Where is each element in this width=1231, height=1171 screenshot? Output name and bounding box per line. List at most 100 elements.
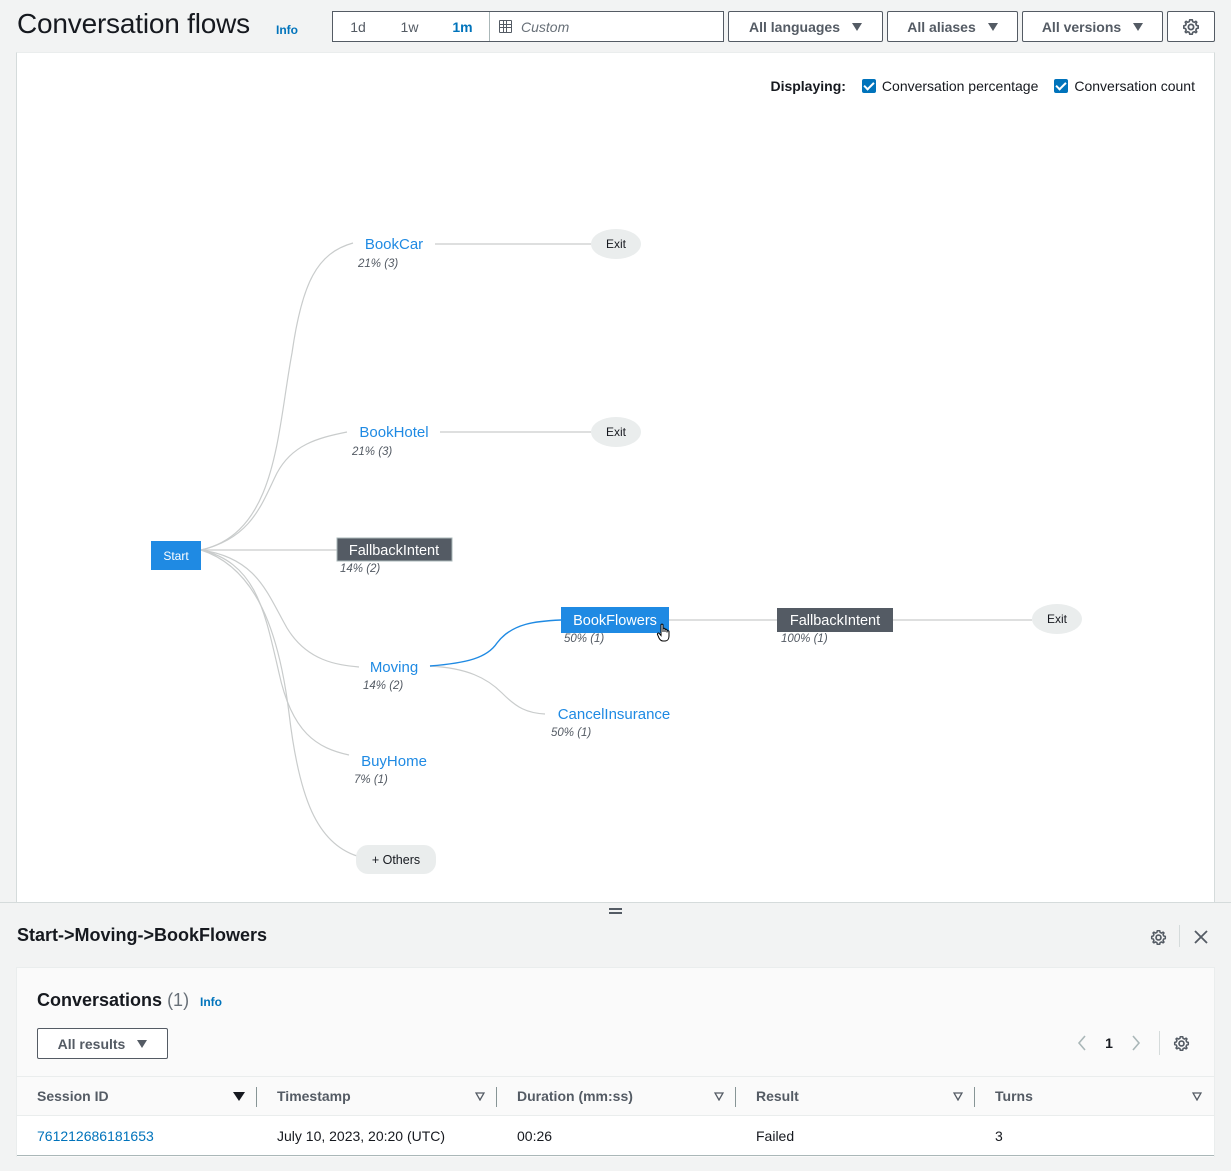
column-label: Session ID: [37, 1088, 109, 1104]
node-buyhome[interactable]: BuyHome 7% (1): [354, 753, 427, 786]
node-start[interactable]: Start: [151, 541, 201, 570]
conversations-title: Conversations: [37, 990, 163, 1010]
edge-start-bookcar: [200, 242, 354, 551]
node-start-label: Start: [163, 549, 189, 563]
versions-dropdown[interactable]: All versions: [1022, 11, 1163, 42]
node-cancelinsurance-label: CancelInsurance: [558, 706, 671, 723]
timestamp-cell: July 10, 2023, 20:20 (UTC): [257, 1115, 497, 1156]
aliases-dropdown-label: All aliases: [907, 18, 976, 35]
conversations-info-link[interactable]: Info: [200, 995, 222, 1009]
node-exit-label: Exit: [606, 425, 627, 439]
node-fallback-intent-2[interactable]: FallbackIntent 100% (1): [777, 608, 893, 645]
calendar-icon: [499, 20, 512, 33]
pagination: 1: [1069, 1030, 1194, 1056]
node-exit-label: Exit: [1047, 612, 1068, 626]
duration-cell: 00:26: [497, 1115, 736, 1156]
node-bookhotel-stat: 21% (3): [351, 446, 392, 458]
column-header-turns[interactable]: Turns: [975, 1076, 1214, 1116]
node-bookcar[interactable]: BookCar 21% (3): [357, 236, 423, 270]
caret-down-icon: [852, 22, 863, 31]
column-label: Timestamp: [277, 1088, 351, 1104]
results-filter-dropdown[interactable]: All results: [37, 1028, 168, 1059]
edge-start-moving: [200, 549, 360, 668]
node-others[interactable]: + Others: [356, 845, 436, 874]
custom-range-input[interactable]: Custom: [489, 12, 723, 41]
node-fallback2-stat: 100% (1): [781, 633, 828, 645]
sort-descending-icon: [233, 1091, 245, 1101]
preferences-button[interactable]: [1167, 11, 1215, 42]
divider: [1159, 1031, 1160, 1055]
gear-icon: [1150, 929, 1166, 945]
close-icon: [1194, 930, 1208, 944]
range-1d[interactable]: 1d: [333, 12, 383, 41]
split-panel-settings-button[interactable]: [1146, 925, 1170, 949]
turns-cell: 3: [975, 1115, 1214, 1156]
edge-start-bookhotel: [200, 431, 348, 551]
results-filter-label: All results: [57, 1035, 126, 1052]
node-exit-label: Exit: [606, 237, 627, 251]
node-bookhotel-exit[interactable]: Exit: [591, 417, 641, 447]
node-moving-label: Moving: [370, 659, 418, 676]
node-fallback2-label: FallbackIntent: [790, 613, 880, 629]
sort-icon: [714, 1091, 724, 1101]
column-label: Turns: [995, 1088, 1033, 1104]
column-header-duration[interactable]: Duration (mm:ss): [497, 1076, 736, 1116]
node-fallback2-exit[interactable]: Exit: [1032, 604, 1082, 634]
node-bookhotel[interactable]: BookHotel 21% (3): [351, 424, 429, 458]
next-page-button[interactable]: [1123, 1030, 1149, 1056]
node-moving[interactable]: Moving 14% (2): [363, 659, 418, 692]
session-id-link[interactable]: 761212686181653: [37, 1128, 154, 1144]
sort-icon: [1192, 1091, 1202, 1101]
caret-down-icon: [1133, 22, 1144, 31]
custom-range-placeholder: Custom: [521, 18, 570, 35]
range-1m[interactable]: 1m: [436, 12, 489, 41]
node-buyhome-label: BuyHome: [361, 753, 427, 770]
result-cell: Failed: [736, 1115, 975, 1156]
caret-down-icon: [137, 1039, 148, 1048]
gear-icon: [1183, 18, 1199, 35]
node-fallback-intent[interactable]: FallbackIntent 14% (2): [336, 537, 453, 575]
column-header-result[interactable]: Result: [736, 1076, 975, 1116]
page-number[interactable]: 1: [1095, 1035, 1123, 1051]
node-bookcar-label: BookCar: [365, 236, 423, 253]
conversation-flow-panel: Displaying: Conversation percentage Conv…: [16, 52, 1215, 902]
node-others-label: + Others: [372, 853, 420, 867]
flow-edges: [200, 242, 1032, 857]
versions-dropdown-label: All versions: [1041, 18, 1122, 35]
column-label: Duration (mm:ss): [517, 1088, 633, 1104]
conversations-heading: Conversations (1): [37, 990, 189, 1011]
chevron-left-icon: [1077, 1035, 1086, 1051]
languages-dropdown[interactable]: All languages: [728, 11, 883, 42]
table-header-row: Session ID Timestamp Duration (mm:ss) Re…: [17, 1076, 1214, 1116]
table-row: 761212686181653 July 10, 2023, 20:20 (UT…: [17, 1115, 1214, 1156]
page-header: Conversation flows Info 1d 1w 1m Custom …: [0, 0, 1231, 52]
column-header-session-id[interactable]: Session ID: [17, 1076, 257, 1116]
selected-path-title: Start->Moving->BookFlowers: [17, 925, 268, 945]
range-1w[interactable]: 1w: [383, 12, 436, 41]
column-header-timestamp[interactable]: Timestamp: [257, 1076, 497, 1116]
divider: [1179, 925, 1180, 947]
conversations-count: (1): [167, 990, 190, 1010]
resize-handle[interactable]: [609, 908, 622, 916]
node-bookcar-stat: 21% (3): [357, 258, 398, 270]
page-title: Conversation flows: [17, 8, 250, 39]
split-panel: Start->Moving->BookFlowers Conversations…: [0, 903, 1231, 1171]
previous-page-button[interactable]: [1069, 1030, 1095, 1056]
conversations-container: Conversations (1) Info All results 1 Ses…: [16, 967, 1215, 1157]
node-fallback-label: FallbackIntent: [349, 543, 439, 559]
conversations-table: Session ID Timestamp Duration (mm:ss) Re…: [17, 1076, 1214, 1156]
sort-icon: [475, 1091, 485, 1101]
edge-moving-bookflowers-highlighted: [429, 619, 562, 667]
node-fallback-stat: 14% (2): [340, 563, 380, 575]
info-link[interactable]: Info: [276, 23, 298, 37]
aliases-dropdown[interactable]: All aliases: [887, 11, 1018, 42]
node-moving-stat: 14% (2): [363, 680, 403, 692]
table-preferences-button[interactable]: [1168, 1030, 1194, 1056]
node-bookcar-exit[interactable]: Exit: [591, 229, 641, 259]
node-cancelinsurance-stat: 50% (1): [551, 727, 591, 739]
caret-down-icon: [987, 22, 998, 31]
node-cancelinsurance[interactable]: CancelInsurance 50% (1): [551, 706, 670, 739]
flow-diagram: Start BookCar 21% (3) Exit BookHotel 21%…: [151, 229, 1082, 874]
node-bookflowers[interactable]: BookFlowers 50% (1): [561, 607, 669, 645]
close-split-panel-button[interactable]: [1189, 925, 1213, 949]
